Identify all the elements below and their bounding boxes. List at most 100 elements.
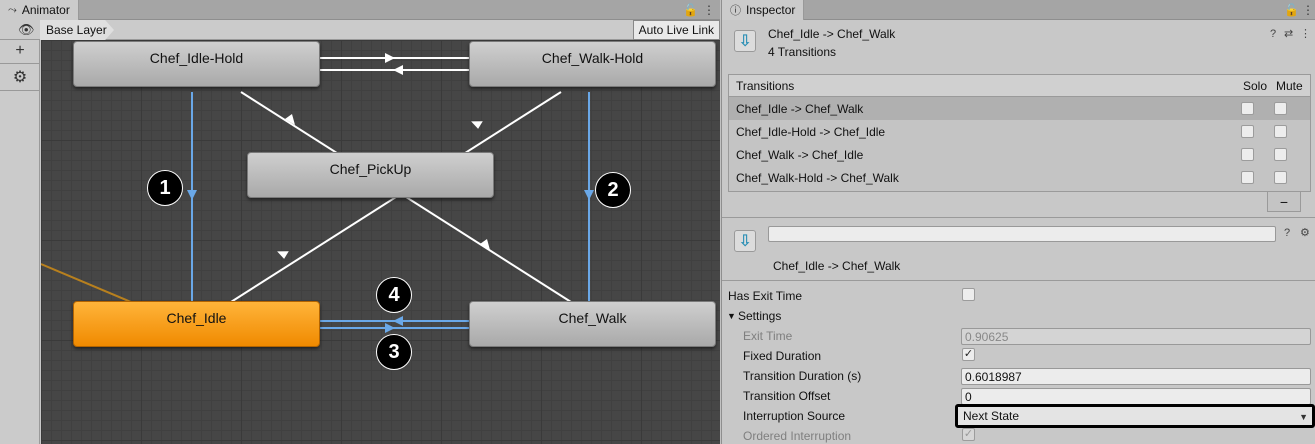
mute-checkbox[interactable] (1274, 171, 1287, 184)
transition-row[interactable]: Chef_Idle-Hold -> Chef_Idle (729, 120, 1310, 143)
arrow-marker (277, 251, 289, 259)
presets-icon[interactable]: ⇄ (1284, 27, 1293, 40)
exit-time-label: Exit Time (743, 329, 793, 343)
eye-icon[interactable]: 👁 (18, 22, 35, 38)
arrow-marker (187, 190, 197, 200)
transitions-list-header: Transitions Solo Mute (729, 75, 1310, 97)
animator-window: ⤳ Animator 🔓 ⋮ 👁 Base Layer Auto Live Li… (0, 0, 720, 444)
callout-badge-1: 1 (147, 170, 183, 206)
transition-row-label: Chef_Idle -> Chef_Walk (736, 101, 864, 116)
auto-live-link-button[interactable]: Auto Live Link (632, 20, 720, 40)
transition-offset-value: 0 (965, 389, 972, 404)
badge-number: 1 (159, 176, 171, 199)
transition-offset-field[interactable]: 0 (961, 388, 1311, 405)
state-node-pickup[interactable]: Chef_PickUp (247, 152, 494, 198)
dropdown-arrow-icon: ▼ (1299, 412, 1308, 422)
state-label: Chef_Walk-Hold (541, 50, 644, 66)
kebab-menu-icon[interactable]: ⋮ (1302, 3, 1315, 17)
add-layer-icon[interactable]: + (0, 40, 40, 62)
badge-number: 4 (388, 283, 400, 306)
arrow-marker (385, 323, 395, 333)
state-label: Chef_Idle (166, 310, 227, 326)
animator-icon: ⤳ (8, 3, 17, 16)
transition-row[interactable]: Chef_Idle -> Chef_Walk (729, 97, 1310, 120)
state-label: Chef_PickUp (329, 161, 412, 177)
state-graph[interactable]: Chef_Idle-Hold Chef_Walk-Hold Chef_PickU… (41, 40, 720, 444)
solo-checkbox[interactable] (1241, 171, 1254, 184)
tab-inspector[interactable]: ⓘ Inspector (722, 0, 805, 20)
arrow-marker (393, 65, 403, 75)
fixed-duration-label: Fixed Duration (743, 349, 822, 363)
fixed-duration-row: Fixed Duration ✓ (722, 346, 1315, 366)
interruption-source-dropdown[interactable]: Next State ▼ (955, 404, 1315, 428)
mute-checkbox[interactable] (1274, 125, 1287, 138)
divider (0, 63, 40, 64)
lock-icon[interactable]: 🔓 (1284, 3, 1301, 17)
settings-foldout[interactable]: ▼ Settings (722, 306, 1315, 326)
transition-duration-row: Transition Duration (s) 0.6018987 (722, 366, 1315, 386)
transition-row[interactable]: Chef_Walk -> Chef_Idle (729, 143, 1310, 166)
mute-header-label: Mute (1276, 78, 1303, 93)
transition-row[interactable]: Chef_Walk-Hold -> Chef_Walk (729, 166, 1310, 189)
transitions-layer (41, 53, 594, 333)
transition-duration-field[interactable]: 0.6018987 (961, 368, 1311, 385)
solo-checkbox[interactable] (1241, 125, 1254, 138)
has-exit-time-row: Has Exit Time (722, 286, 1315, 306)
transition-icon: ⇩ (734, 30, 756, 52)
breadcrumb[interactable]: Base Layer (40, 20, 114, 40)
inspector-tabbar: ⓘ Inspector 🔓 ⋮ (722, 0, 1315, 20)
info-icon: ⓘ (730, 5, 741, 17)
divider (0, 90, 40, 91)
transition-row-label: Chef_Walk -> Chef_Idle (736, 147, 864, 162)
divider (722, 280, 1315, 281)
transition-duration-value: 0.6018987 (965, 369, 1022, 384)
breadcrumb-label: Base Layer (46, 23, 107, 37)
arrow-marker (471, 121, 483, 129)
lock-icon[interactable]: 🔓 (683, 3, 700, 17)
callout-badge-3: 3 (376, 334, 412, 370)
inspector-title: Chef_Idle -> Chef_Walk (768, 27, 896, 41)
interruption-source-value: Next State (963, 409, 1020, 423)
mute-checkbox[interactable] (1274, 102, 1287, 115)
interruption-source-label: Interruption Source (743, 409, 846, 423)
inspector-subtitle: 4 Transitions (768, 45, 837, 59)
arrow-marker (393, 316, 403, 326)
minus-icon: − (1279, 193, 1289, 210)
transition-duration-label: Transition Duration (s) (743, 369, 862, 383)
arrow-marker (584, 190, 594, 200)
triangle-down-icon: ▼ (727, 311, 736, 321)
settings-label: Settings (738, 309, 782, 323)
auto-live-link-label: Auto Live Link (638, 23, 714, 37)
interruption-source-row: Interruption Source Next State ▼ (722, 404, 1315, 428)
more-options-icon[interactable]: ⋮ (1300, 27, 1311, 40)
state-node-walk-hold[interactable]: Chef_Walk-Hold (469, 41, 716, 87)
help-icon[interactable]: ? (1270, 28, 1276, 40)
state-node-idle-hold[interactable]: Chef_Idle-Hold (73, 41, 320, 87)
gear-icon[interactable]: ⚙ (0, 66, 40, 88)
solo-checkbox[interactable] (1241, 148, 1254, 161)
fixed-duration-checkbox[interactable]: ✓ (962, 348, 975, 361)
tab-animator[interactable]: ⤳ Animator (0, 0, 79, 20)
remove-transition-button[interactable]: − (1267, 192, 1301, 212)
animator-tabbar: ⤳ Animator 🔓 ⋮ (0, 0, 720, 20)
ordered-interruption-row: Ordered Interruption ✓ (722, 426, 1315, 444)
has-exit-time-checkbox[interactable] (962, 288, 975, 301)
animator-toolbar: 👁 Base Layer Auto Live Link (0, 20, 720, 40)
badge-number: 2 (607, 178, 619, 201)
entry-transition-line (41, 263, 132, 303)
ordered-interruption-label: Ordered Interruption (743, 429, 852, 443)
solo-checkbox[interactable] (1241, 102, 1254, 115)
mute-checkbox[interactable] (1274, 148, 1287, 161)
kebab-menu-icon[interactable]: ⋮ (703, 3, 717, 17)
transition-offset-row: Transition Offset 0 (722, 386, 1315, 406)
transition-name-field[interactable] (768, 226, 1276, 242)
state-node-idle[interactable]: Chef_Idle (73, 301, 320, 347)
state-node-walk[interactable]: Chef_Walk (469, 301, 716, 347)
exit-time-value: 0.90625 (965, 329, 1009, 344)
help-icon[interactable]: ? (1284, 227, 1290, 239)
layers-sidebar: + ⚙ (0, 40, 40, 444)
transition-row-label: Chef_Walk-Hold -> Chef_Walk (736, 170, 899, 185)
gear-icon[interactable]: ⚙ (1300, 226, 1310, 239)
transitions-header-label: Transitions (736, 78, 795, 93)
exit-time-row: Exit Time 0.90625 (722, 326, 1315, 346)
